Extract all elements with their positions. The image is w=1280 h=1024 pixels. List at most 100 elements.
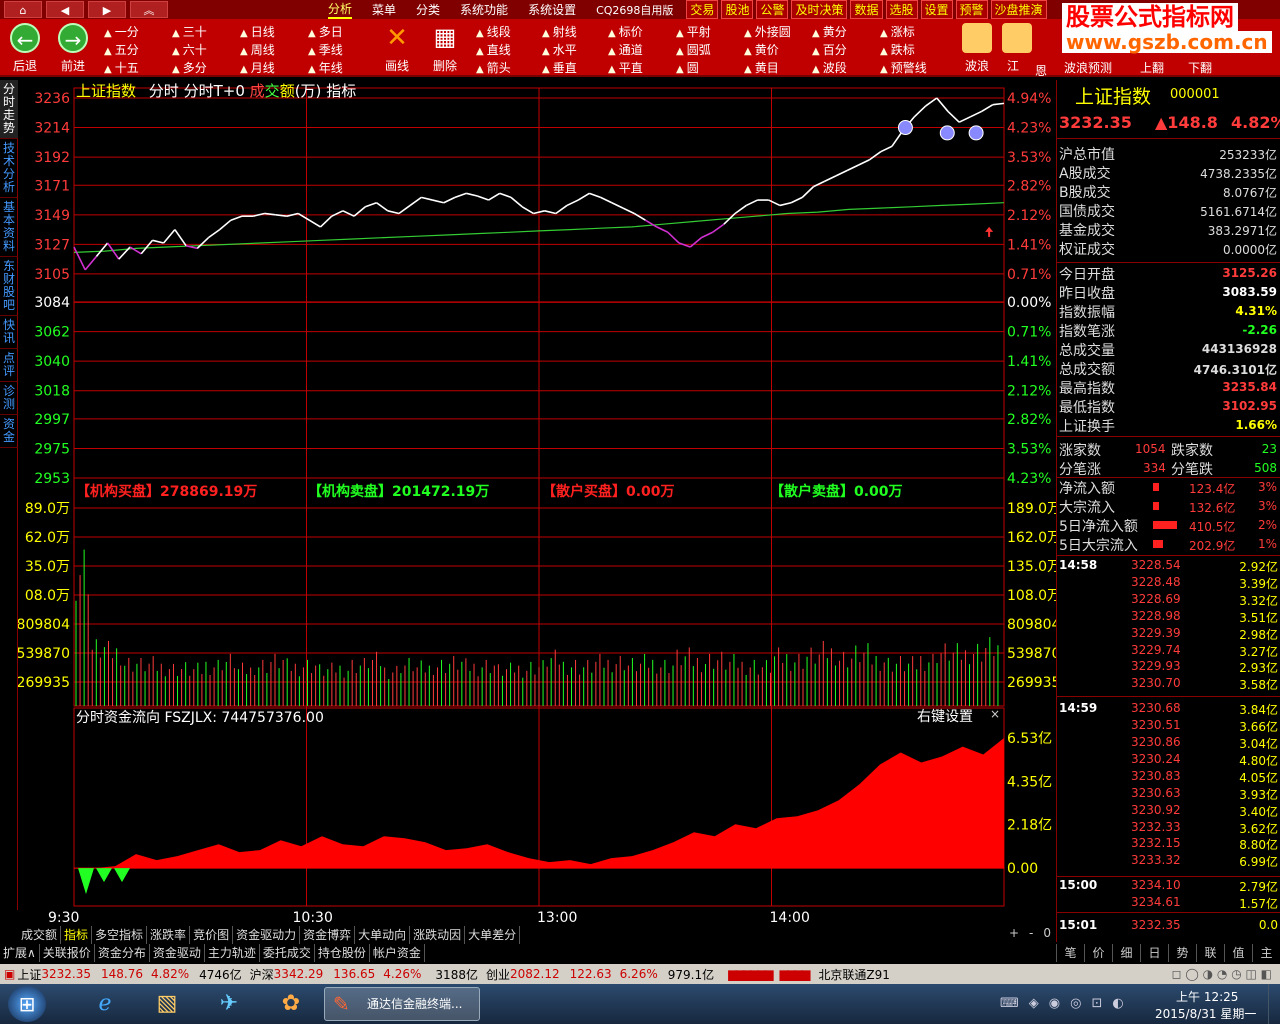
taskbar-app-button[interactable]: ✎ 通达信金融终端... (324, 987, 480, 1021)
indicator-tab[interactable]: 资金博弈 (300, 926, 356, 944)
collapse-icon[interactable]: ︽ (130, 1, 168, 18)
tool-button[interactable]: ▲ 直线 (476, 41, 511, 58)
right-panel-tab[interactable]: 势 (1168, 944, 1196, 962)
menu-menu[interactable]: 菜单 (372, 1, 396, 18)
zoom-in-icon[interactable]: + (1009, 926, 1019, 944)
indicator-tab[interactable]: 资金驱动力 (233, 926, 301, 944)
period-button[interactable]: ▲ 周线 (240, 41, 275, 58)
indicator-tab[interactable]: 大单差分 (465, 926, 521, 944)
tool-button[interactable]: ▲ 垂直 (542, 59, 577, 76)
right-panel-tab[interactable]: 联 (1196, 944, 1224, 962)
menu-stock-pool[interactable]: 股池 (721, 0, 754, 19)
back-button[interactable]: ← 后退 (4, 23, 46, 74)
right-panel-tab[interactable]: 价 (1084, 944, 1112, 962)
extension-tab[interactable]: 帐户资金 (370, 944, 425, 962)
right-panel-tab[interactable]: 主 (1252, 944, 1280, 962)
period-button[interactable]: ▲ 六十 (172, 41, 207, 58)
indicator-tab[interactable]: 竞价图 (190, 926, 234, 944)
jiang-button[interactable]: 江 (1002, 23, 1032, 74)
tool-button[interactable]: ▲ 跌标 (880, 41, 915, 58)
extension-tab[interactable]: 资金分布 (95, 944, 150, 962)
draw-line-button[interactable]: ✕ 画线 (376, 23, 418, 74)
tool-button[interactable]: ▲ 水平 (542, 41, 577, 58)
extension-tab[interactable]: 持仓股份 (315, 944, 370, 962)
wave-predict-button[interactable]: 波浪预测 (1064, 59, 1112, 76)
tool-button[interactable]: ▲ 黄目 (744, 59, 779, 76)
period-button[interactable]: ▲ 多分 (172, 59, 207, 76)
page-down-button[interactable]: 下翻 (1188, 59, 1212, 76)
indicator-tab[interactable]: 涨跌动因 (410, 926, 466, 944)
period-button[interactable]: ▲ 十五 (104, 59, 139, 76)
tool-button[interactable]: ▲ 百分 (812, 41, 847, 58)
wave-button[interactable]: 波浪 (956, 23, 998, 74)
menu-analysis[interactable]: 分析 (328, 0, 353, 19)
indicator-tab[interactable]: 涨跌率 (147, 926, 191, 944)
forward-arrow-icon[interactable]: ▶ (88, 1, 126, 18)
left-nav-item[interactable]: 诊测 (0, 382, 18, 415)
extension-tab[interactable]: 关联报价 (40, 944, 95, 962)
left-nav-item[interactable]: 基本资料 (0, 198, 18, 257)
menu-system-settings[interactable]: 系统设置 (528, 1, 576, 18)
indicator-tab[interactable]: 大单动向 (355, 926, 411, 944)
right-panel-tab[interactable]: 细 (1112, 944, 1140, 962)
menu-category[interactable]: 分类 (416, 1, 440, 18)
mode-t0[interactable]: 分时T+0 (184, 82, 245, 100)
period-button[interactable]: ▲ 月线 (240, 59, 275, 76)
paint-icon[interactable]: ▧ (140, 988, 194, 1020)
left-nav-item[interactable]: 快讯 (0, 316, 18, 349)
zoom-out-icon[interactable]: - (1029, 926, 1033, 944)
period-button[interactable]: ▲ 年线 (308, 59, 343, 76)
tool-button[interactable]: ▲ 外接圆 (744, 23, 791, 40)
delete-button[interactable]: ▦ 删除 (424, 23, 466, 74)
menu-warning[interactable]: 预警 (955, 0, 988, 19)
right-panel-tab[interactable]: 日 (1140, 944, 1168, 962)
extension-tab[interactable]: 主力轨迹 (205, 944, 260, 962)
tool-button[interactable]: ▲ 标价 (608, 23, 643, 40)
tool-button[interactable]: ▲ 通道 (608, 41, 643, 58)
home-icon[interactable]: ⌂ (4, 1, 42, 18)
menu-settings[interactable]: 设置 (920, 0, 953, 19)
tool-button[interactable]: ▲ 黄价 (744, 41, 779, 58)
menu-alert[interactable]: 公警 (756, 0, 789, 19)
mode-intraday[interactable]: 分时 (149, 82, 179, 100)
period-button[interactable]: ▲ 三十 (172, 23, 207, 40)
left-nav-item[interactable]: 东财股吧 (0, 257, 18, 316)
tool-button[interactable]: ▲ 箭头 (476, 59, 511, 76)
menu-decision[interactable]: 及时决策 (791, 0, 848, 19)
extension-tab[interactable]: 委托成交 (260, 944, 315, 962)
indicator-tab[interactable]: 多空指标 (92, 926, 148, 944)
menu-trade[interactable]: 交易 (686, 0, 719, 19)
menu-sandbox[interactable]: 沙盘推演 (990, 0, 1047, 19)
tray-icons[interactable]: ⌨◈◉◎⊡◐ (1000, 996, 1134, 1011)
start-button[interactable]: ⊞ (8, 986, 46, 1022)
left-nav-item[interactable]: 点评 (0, 349, 18, 382)
zero-icon[interactable]: 0 (1043, 926, 1051, 944)
qq-icon[interactable]: ✈ (202, 988, 256, 1020)
page-up-button[interactable]: 上翻 (1140, 59, 1164, 76)
tool-button[interactable]: ▲ 圆弧 (676, 41, 711, 58)
tool-button[interactable]: ▲ 圆 (676, 59, 699, 76)
forward-button[interactable]: → 前进 (52, 23, 94, 74)
extension-tab[interactable]: 扩展∧ (0, 944, 40, 962)
tool-button[interactable]: ▲ 射线 (542, 23, 577, 40)
back-arrow-icon[interactable]: ◀ (46, 1, 84, 18)
right-click-settings[interactable]: 右键设置 (917, 706, 973, 726)
palette-icon[interactable]: ✿ (264, 988, 318, 1020)
ie-icon[interactable]: ℯ (78, 988, 132, 1020)
indicator-tab[interactable]: 成交额 (18, 926, 62, 944)
period-button[interactable]: ▲ 季线 (308, 41, 343, 58)
menu-data[interactable]: 数据 (850, 0, 883, 19)
extension-tab[interactable]: 资金驱动 (150, 944, 205, 962)
tool-button[interactable]: ▲ 平直 (608, 59, 643, 76)
menu-version[interactable]: CQ2698自用版 (596, 2, 673, 18)
header-indicator[interactable]: 指标 (326, 82, 356, 100)
right-panel-tab[interactable]: 值 (1224, 944, 1252, 962)
chart-area[interactable]: 3236 4.94% 3214 4.23% 3192 3.53% 3171 2.82% 3149… (18, 80, 1056, 926)
left-nav-item[interactable]: 资金 (0, 415, 18, 448)
close-icon[interactable]: × (990, 707, 1000, 721)
tool-button[interactable]: ▲ 线段 (476, 23, 511, 40)
menu-system-function[interactable]: 系统功能 (460, 1, 508, 18)
tool-button[interactable]: ▲ 波段 (812, 59, 847, 76)
tool-button[interactable]: ▲ 预警线 (880, 59, 927, 76)
tool-button[interactable]: ▲ 涨标 (880, 23, 915, 40)
